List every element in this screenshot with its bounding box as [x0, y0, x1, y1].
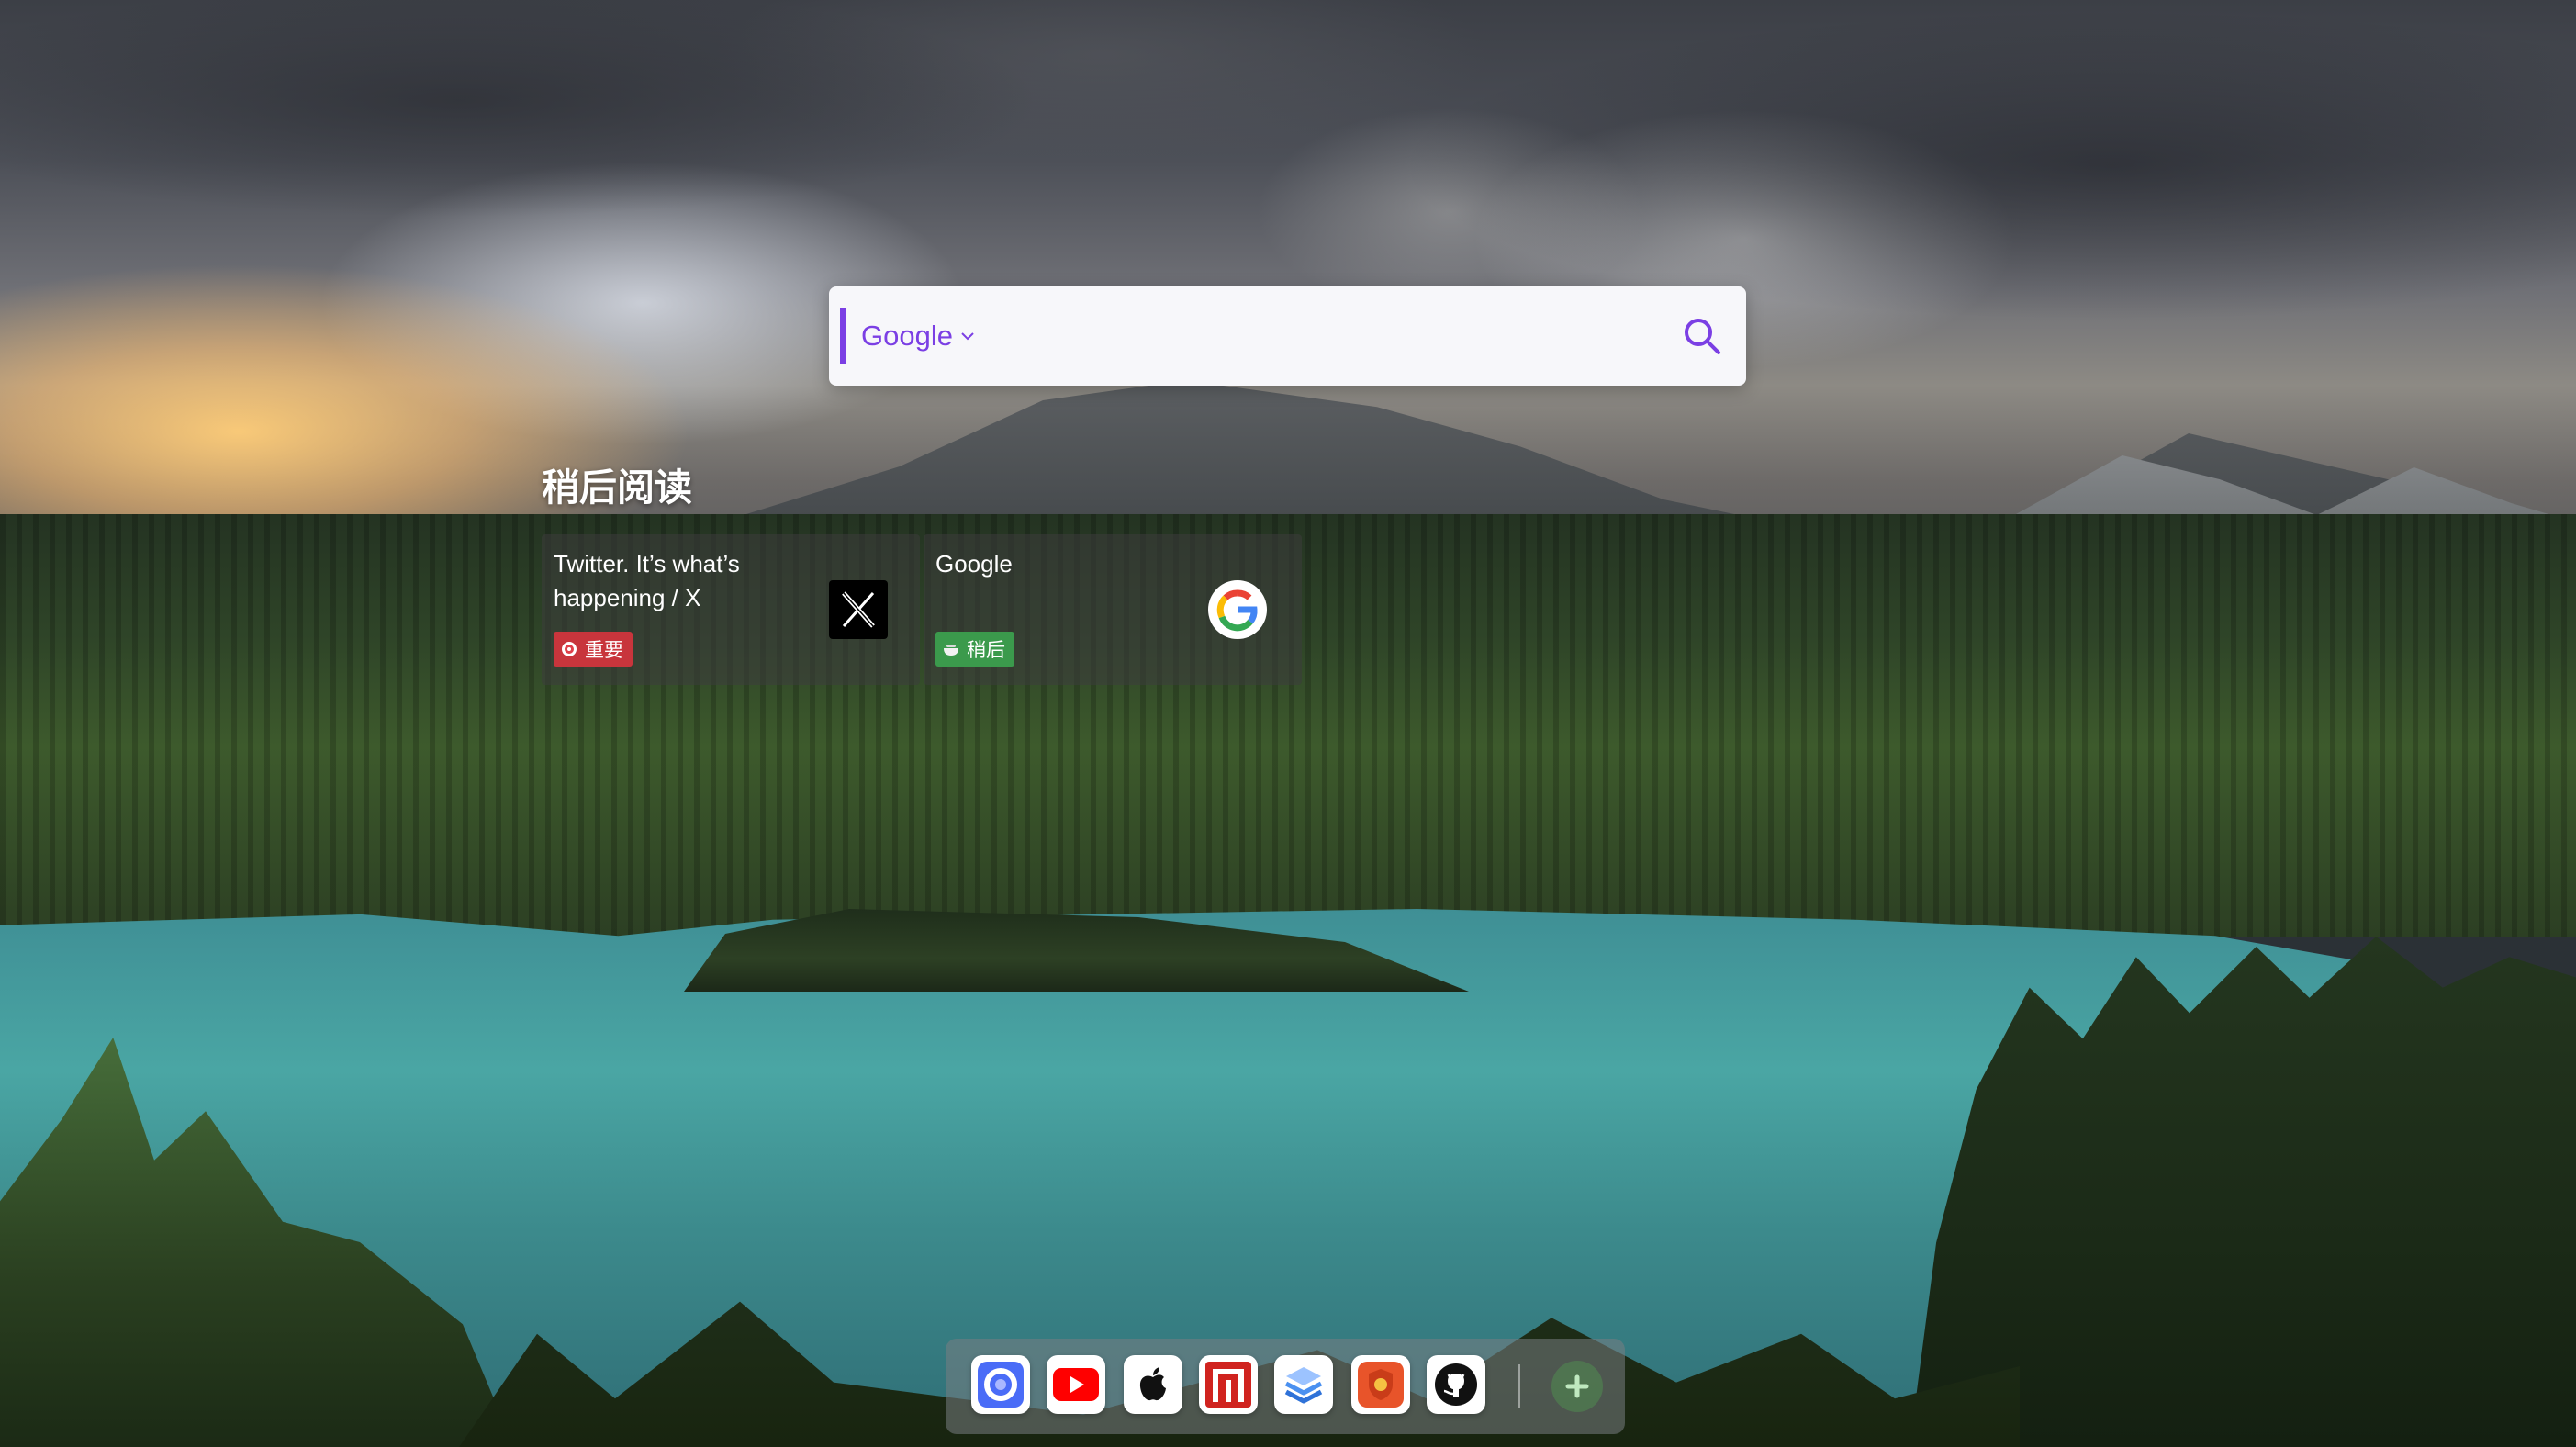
google-logo-icon [1208, 580, 1267, 639]
read-later-card-google[interactable]: Google 稍后 [924, 534, 1302, 685]
dock-add-button[interactable] [1551, 1361, 1603, 1412]
card-title: Google [935, 550, 1013, 578]
read-later-card-twitter[interactable]: Twitter. It’s what’s happening / X 重要 [542, 534, 920, 685]
dock-app-layers[interactable] [1274, 1355, 1333, 1414]
search-engine-label: Google [861, 320, 953, 352]
youtube-icon [1053, 1368, 1099, 1401]
read-later-title: 稍后阅读 [542, 466, 692, 510]
dock-app-apple[interactable] [1124, 1355, 1182, 1414]
x-logo-icon [829, 580, 888, 639]
new-tab-page: Google 稍后阅读 Twitter. It’s what’s happeni… [0, 0, 2576, 1447]
dock-app-blue-circle[interactable] [971, 1355, 1030, 1414]
plus-icon [1565, 1374, 1589, 1398]
blue-circle-app-icon [978, 1362, 1024, 1408]
search-icon [1685, 319, 1720, 354]
app-dock [946, 1339, 1625, 1434]
tag-label: 重要 [585, 639, 623, 661]
search-button[interactable] [1676, 310, 1728, 362]
search-engine-selector[interactable]: Google [840, 308, 977, 364]
tag-important-badge[interactable]: 重要 [554, 632, 633, 667]
tag-label: 稍后 [967, 639, 1005, 661]
dock-app-shield[interactable] [1351, 1355, 1410, 1414]
orange-shield-icon [1358, 1362, 1404, 1408]
github-icon [1435, 1363, 1477, 1406]
bowl-icon [944, 645, 958, 656]
card-title: Twitter. It’s what’s happening / X [554, 550, 740, 611]
search-input[interactable] [985, 305, 1558, 369]
target-icon [562, 642, 577, 656]
layers-icon [1284, 1367, 1323, 1404]
tag-later-badge[interactable]: 稍后 [935, 632, 1014, 667]
dock-app-netease[interactable] [1199, 1355, 1258, 1414]
chevron-down-icon [961, 332, 974, 341]
dock-divider [1518, 1364, 1520, 1408]
search-bar: Google [829, 286, 1746, 386]
dock-app-youtube[interactable] [1047, 1355, 1105, 1414]
red-n-icon [1205, 1362, 1251, 1408]
apple-icon [1139, 1367, 1166, 1401]
dock-app-github[interactable] [1427, 1355, 1485, 1414]
